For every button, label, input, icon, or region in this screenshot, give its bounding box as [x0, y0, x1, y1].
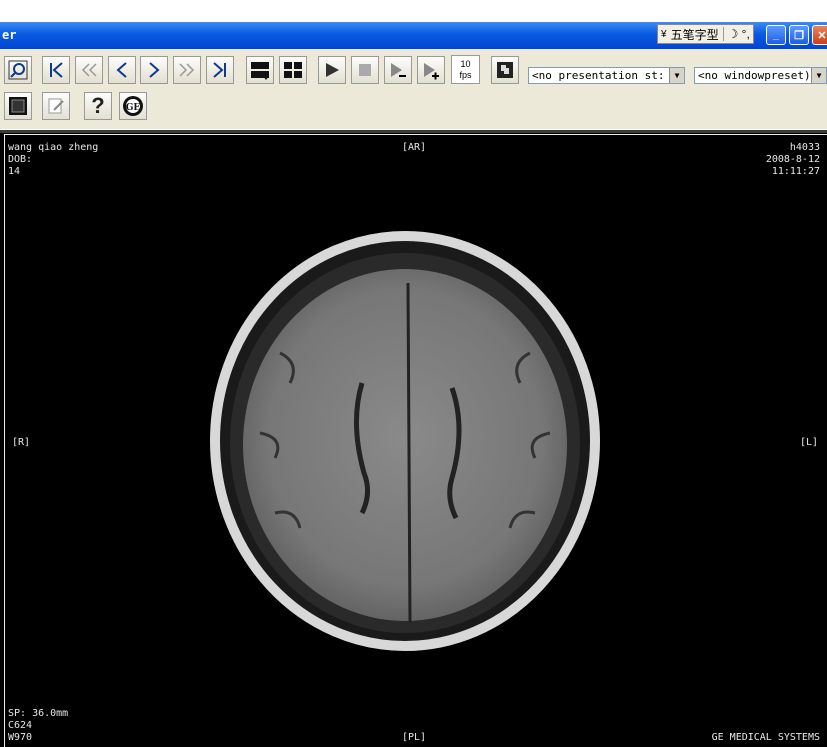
- patient-name: wang qiao zheng: [8, 142, 99, 153]
- rewind-icon[interactable]: [75, 56, 103, 84]
- layout-grid-icon[interactable]: [279, 56, 307, 84]
- manufacturer-label: GE MEDICAL SYSTEMS: [711, 732, 820, 743]
- orientation-bottom: [PL]: [402, 732, 427, 743]
- ime-menu-icon[interactable]: ¥: [661, 29, 667, 40]
- svg-text:GE: GE: [126, 103, 141, 113]
- chevron-down-icon[interactable]: ▼: [811, 68, 826, 83]
- orientation-top: [AR]: [402, 142, 427, 153]
- speed-down-icon[interactable]: [384, 56, 412, 84]
- next-frame-icon[interactable]: [140, 56, 168, 84]
- study-date: 2008-8-12: [765, 154, 820, 165]
- presentation-state-value: <no presentation st:: [532, 69, 665, 82]
- ime-extra[interactable]: ☽ °,: [728, 27, 750, 41]
- play-icon[interactable]: [318, 56, 346, 84]
- window-preset-select[interactable]: <no windowpreset) ▼: [694, 67, 827, 84]
- study-time: 11:11:27: [771, 166, 820, 177]
- layout-single-icon[interactable]: [246, 56, 274, 84]
- study-id: h4033: [789, 142, 820, 153]
- help-icon[interactable]: ?: [84, 92, 112, 120]
- slice-position: SP: 36.0mm: [8, 708, 69, 719]
- title-bar: er ¥ 五笔字型 ☽ °, _ ❐ ✕: [0, 22, 827, 49]
- ge-logo-icon[interactable]: GE: [119, 92, 147, 120]
- last-frame-icon[interactable]: [206, 56, 234, 84]
- speed-up-icon[interactable]: [417, 56, 445, 84]
- viewport-frame: [4, 134, 827, 747]
- annotation-icon[interactable]: [42, 92, 70, 120]
- window-width: W970: [8, 732, 33, 743]
- patient-dob: DOB:: [8, 154, 33, 165]
- orientation-right: [L]: [799, 437, 818, 448]
- close-button[interactable]: ✕: [812, 25, 827, 45]
- stop-icon[interactable]: [351, 56, 379, 84]
- ime-label: 五笔字型: [670, 27, 719, 42]
- ime-status-bar[interactable]: ¥ 五笔字型 ☽ °,: [657, 24, 754, 44]
- patient-age: 14: [8, 166, 21, 177]
- window-preset-value: <no windowpreset): [698, 69, 811, 82]
- grid-settings-icon[interactable]: [491, 56, 519, 84]
- fps-unit: fps: [459, 70, 472, 80]
- minimize-button[interactable]: _: [766, 25, 786, 45]
- toolbar: 10 fps <no presentation st: ▼ <no window…: [0, 49, 827, 129]
- chevron-down-icon[interactable]: ▼: [669, 68, 684, 83]
- fps-value: 10: [460, 59, 471, 69]
- orientation-left: [R]: [12, 437, 31, 448]
- presentation-state-select[interactable]: <no presentation st: ▼: [528, 67, 685, 84]
- magnifier-icon[interactable]: [4, 56, 32, 84]
- window-center: C624: [8, 720, 33, 731]
- restore-button[interactable]: ❐: [789, 25, 809, 45]
- fast-forward-icon[interactable]: [173, 56, 201, 84]
- first-frame-icon[interactable]: [42, 56, 70, 84]
- window-title: er: [2, 28, 17, 42]
- fps-display[interactable]: 10 fps: [451, 55, 480, 84]
- fullscreen-icon[interactable]: [4, 92, 32, 120]
- previous-frame-icon[interactable]: [108, 56, 136, 84]
